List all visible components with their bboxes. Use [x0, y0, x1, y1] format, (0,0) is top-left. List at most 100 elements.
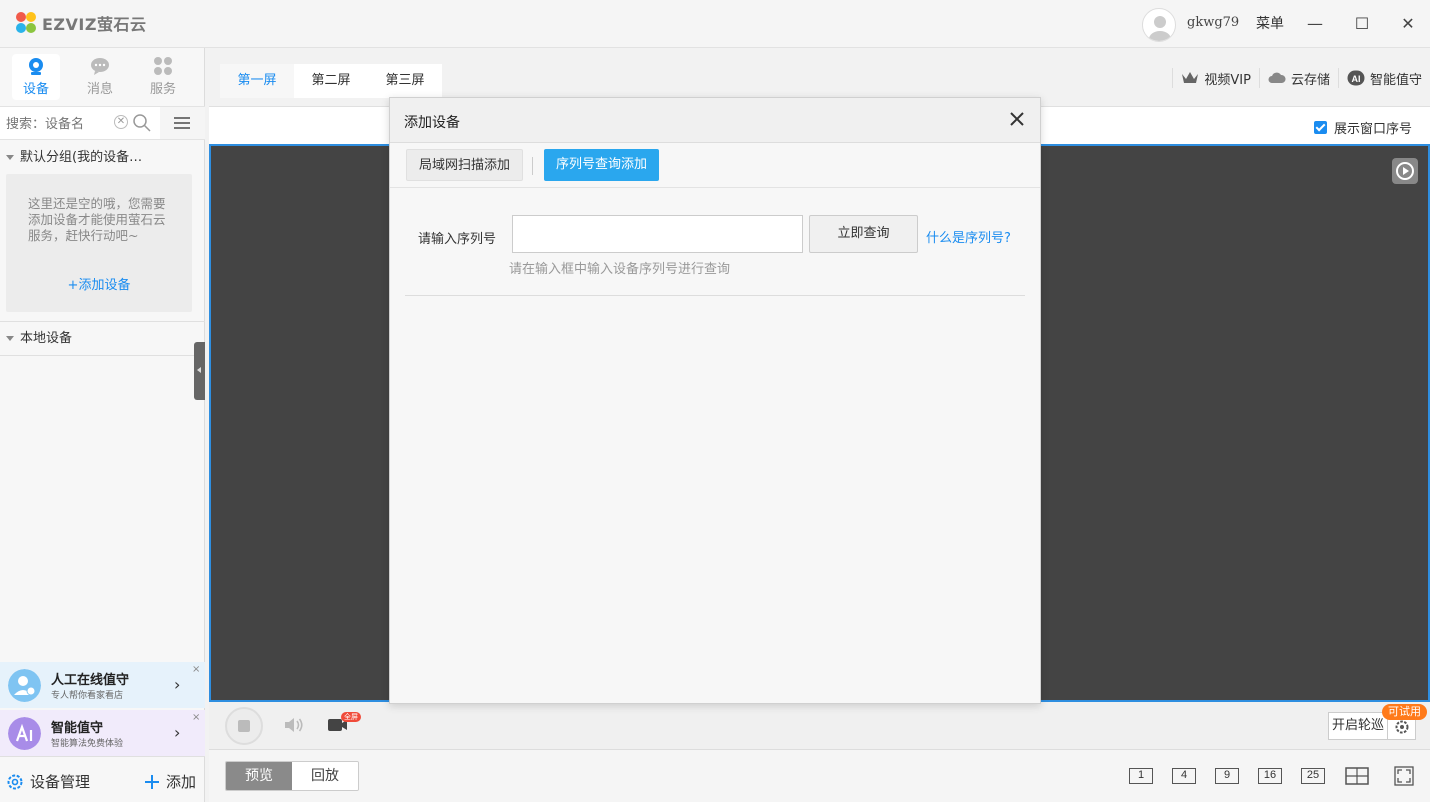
user-avatar[interactable]: [1142, 8, 1176, 42]
close-icon[interactable]: ×: [192, 712, 200, 723]
tab-screen-1[interactable]: 第一屏: [220, 64, 294, 98]
empty-device-text: 这里还是空的哦，您需要添加设备才能使用萤石云服务，赶快行动吧~: [28, 196, 166, 243]
username[interactable]: gkwg79: [1187, 15, 1239, 30]
layout-9-button[interactable]: 9: [1215, 768, 1239, 784]
group-name: 本地设备: [20, 331, 73, 346]
screen-tabs: 第一屏 第二屏 第三屏: [220, 64, 442, 98]
chevron-right-icon: ›: [174, 675, 181, 694]
promo-subtitle: 智能算法免费体验: [51, 739, 124, 749]
empty-device-box: 这里还是空的哦，您需要添加设备才能使用萤石云服务，赶快行动吧~ +添加设备: [6, 174, 192, 312]
cloud-storage-label: 云存储: [1290, 72, 1330, 88]
serial-number-input[interactable]: [512, 215, 803, 253]
close-icon[interactable]: [1008, 110, 1026, 128]
close-icon[interactable]: ×: [192, 664, 200, 675]
device-manage-label: 设备管理: [30, 773, 91, 791]
tab-preview[interactable]: 预览: [226, 762, 292, 790]
camera-icon: [29, 58, 43, 75]
default-group-header[interactable]: 默认分组(我的设备…: [0, 143, 205, 173]
layout-1-button[interactable]: 1: [1129, 768, 1153, 784]
show-index-label: 展示窗口序号: [1333, 122, 1412, 137]
what-is-serial-link[interactable]: 什么是序列号?: [926, 227, 1011, 246]
expand-arrow-icon: [6, 336, 14, 341]
tab-separator: [532, 157, 533, 175]
promo-smart-guard[interactable]: 智能值守 智能算法免费体验 › ×: [0, 710, 205, 756]
promo-title: 人工在线值守: [51, 673, 130, 688]
search-icon[interactable]: [132, 113, 152, 133]
volume-icon[interactable]: [283, 716, 305, 734]
sidebar-tab-label: 消息: [86, 82, 113, 97]
promo-subtitle: 专人帮你看家看店: [51, 691, 124, 701]
gear-icon: [7, 774, 23, 789]
play-icon[interactable]: [1392, 158, 1418, 184]
sidebar-tabs: 设备 消息 服务: [0, 48, 204, 106]
fullscreen-badge: 全屏: [341, 712, 361, 722]
layout-4-button[interactable]: 4: [1172, 768, 1196, 784]
sidebar-tab-messages[interactable]: 消息: [76, 54, 124, 100]
dialog-tabs: 局域网扫描添加 序列号查询添加: [390, 143, 1040, 188]
collapse-sidebar-handle[interactable]: [194, 342, 205, 400]
device-manage-button[interactable]: 设备管理: [6, 771, 90, 792]
chat-icon: [91, 58, 109, 75]
tab-screen-2[interactable]: 第二屏: [294, 64, 368, 98]
maximize-button[interactable]: ☐: [1348, 10, 1376, 36]
add-device-dialog: 添加设备 局域网扫描添加 序列号查询添加 请输入序列号 立即查询 什么是序列号?…: [389, 97, 1041, 704]
chevron-right-icon: ›: [174, 723, 181, 742]
serial-label: 请输入序列号: [418, 232, 497, 247]
smart-guard-link[interactable]: AI 智能值守: [1337, 68, 1430, 88]
tab-serial-query[interactable]: 序列号查询添加: [544, 149, 660, 181]
ai-badge-icon: [8, 717, 41, 750]
sidebar-bottom-bar: 设备管理 添加: [0, 756, 205, 802]
clear-search-icon[interactable]: ✕: [114, 115, 128, 129]
svg-text:AI: AI: [1351, 74, 1360, 84]
sidebar-tab-label: 设备: [22, 82, 49, 97]
add-label: 添加: [166, 773, 197, 791]
ezviz-logo-icon: [14, 11, 38, 35]
sidebar-tab-devices[interactable]: 设备: [12, 54, 60, 100]
stop-button[interactable]: [225, 707, 263, 745]
dialog-divider: [405, 295, 1025, 296]
sidebar: 设备 消息 服务 ✕ 默认分组(我的设备… 这里还是空的哦，您需要添加设备才能使…: [0, 48, 205, 802]
fullscreen-icon[interactable]: [1394, 766, 1414, 786]
app-logo: EZVIZ萤石云: [14, 10, 146, 36]
crown-icon: [1182, 72, 1199, 83]
group-name: 默认分组(我的设备…: [20, 150, 143, 165]
tab-lan-scan[interactable]: 局域网扫描添加: [406, 149, 524, 181]
expand-arrow-icon: [6, 155, 14, 160]
dialog-header: 添加设备: [390, 98, 1040, 143]
layout-16-button[interactable]: 16: [1258, 768, 1282, 784]
title-bar: EZVIZ萤石云 gkwg79 菜单 — ☐ ✕: [0, 0, 1430, 48]
trial-badge: 可试用: [1382, 704, 1427, 720]
add-button[interactable]: 添加: [144, 771, 196, 792]
plus-icon: [145, 774, 159, 789]
promo-title: 智能值守: [51, 721, 104, 736]
menu-button[interactable]: 菜单: [1256, 13, 1284, 33]
minimize-button[interactable]: —: [1301, 10, 1329, 36]
sidebar-tab-services[interactable]: 服务: [139, 54, 187, 100]
add-device-link[interactable]: +添加设备: [6, 274, 192, 293]
layout-25-button[interactable]: 25: [1301, 768, 1325, 784]
grid-icon: [154, 57, 172, 75]
close-window-button[interactable]: ✕: [1394, 10, 1422, 36]
cloud-icon: [1268, 72, 1286, 83]
divider: [0, 321, 205, 322]
tab-playback[interactable]: 回放: [292, 762, 358, 790]
query-now-button[interactable]: 立即查询: [809, 215, 918, 253]
footer-bar: 预览 回放 1 4 9 16 25: [209, 750, 1430, 802]
start-patrol-button[interactable]: 开启轮巡: [1328, 712, 1388, 740]
show-index-toggle[interactable]: 展示窗口序号: [1313, 118, 1412, 137]
video-vip-label: 视频VIP: [1204, 72, 1251, 88]
list-menu-icon[interactable]: [166, 111, 194, 135]
local-devices-header[interactable]: 本地设备: [0, 324, 205, 354]
mode-tabs: 预览 回放: [225, 761, 359, 791]
cloud-storage-link[interactable]: 云存储: [1258, 68, 1338, 88]
promo-manual-guard[interactable]: 人工在线值守 专人帮你看家看店 › ×: [0, 662, 205, 708]
ai-icon: AI: [1347, 70, 1365, 86]
device-search-row: ✕: [0, 106, 205, 140]
custom-layout-icon[interactable]: [1345, 767, 1369, 785]
serial-hint-text: 请在输入框中输入设备序列号进行查询: [509, 262, 731, 277]
show-index-checkbox[interactable]: [1313, 121, 1327, 134]
video-vip-link[interactable]: 视频VIP: [1172, 68, 1259, 88]
logo-text: EZVIZ萤石云: [42, 15, 147, 34]
tab-screen-3[interactable]: 第三屏: [368, 64, 442, 98]
dialog-title: 添加设备: [404, 115, 460, 131]
